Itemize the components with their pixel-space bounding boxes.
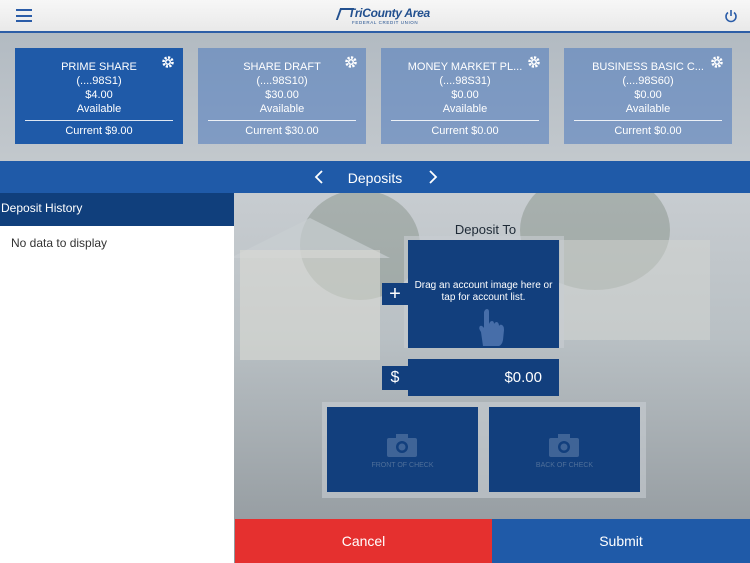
account-card[interactable]: SHARE DRAFT (....98S10) $30.00 Available… [198,48,366,144]
section-title: Deposits [347,170,403,186]
gear-icon[interactable] [527,55,541,69]
empty-state-text: No data to display [11,236,108,250]
account-name: SHARE DRAFT [243,61,321,73]
power-icon[interactable] [724,9,738,23]
chevron-right-icon[interactable] [424,169,440,185]
logo-text: TriCounty Area [348,6,430,20]
amount-value: $0.00 [504,369,542,386]
drop-hint-text: Drag an account image here or tap for ac… [414,280,553,303]
front-of-check-label: FRONT OF CHECK [371,462,434,469]
background-house [240,250,380,360]
camera-icon [387,434,417,457]
account-cards: PRIME SHARE (....98S1) $4.00 Available C… [0,33,750,161]
logo-subtext: FEDERAL CREDIT UNION [352,20,419,25]
deposit-to-label: Deposit To [454,222,517,237]
card-divider [574,120,722,121]
account-number: (....98S60) [622,75,674,87]
back-of-check-button[interactable]: BACK OF CHECK [489,407,640,492]
deposit-history-heading: Deposit History [0,193,234,226]
account-current: Current $0.00 [431,125,499,137]
account-number: (....98S10) [256,75,308,87]
account-drop-target[interactable]: Drag an account image here or tap for ac… [408,240,559,348]
top-bar: TriCounty Area FEDERAL CREDIT UNION [0,0,750,33]
section-nav-bar: Deposits [0,161,750,193]
account-balance: $0.00 [634,89,662,101]
account-name: PRIME SHARE [61,61,137,73]
hamburger-menu-icon[interactable] [16,9,32,22]
chevron-left-icon[interactable] [312,169,328,185]
card-divider [391,120,539,121]
account-number: (....98S31) [439,75,491,87]
account-balance: $30.00 [265,89,299,101]
account-card[interactable]: BUSINESS BASIC C... (....98S60) $0.00 Av… [564,48,732,144]
tap-hand-icon [479,309,504,346]
back-of-check-label: BACK OF CHECK [535,462,594,469]
submit-button[interactable]: Submit [492,519,750,563]
dollar-icon: $ [382,366,408,390]
account-balance: $4.00 [85,89,113,101]
background-building [560,240,710,340]
card-divider [25,120,173,121]
deposit-history-panel: Deposit History No data to display [0,193,234,563]
account-name: MONEY MARKET PL... [407,61,523,73]
amount-input[interactable]: $0.00 [408,359,559,396]
account-status: Available [442,103,488,115]
account-current: Current $0.00 [614,125,682,137]
gear-icon[interactable] [710,55,724,69]
account-balance: $0.00 [451,89,479,101]
account-status: Available [259,103,305,115]
credit-union-logo: TriCounty Area FEDERAL CREDIT UNION [335,6,430,28]
account-status: Available [625,103,671,115]
account-status: Available [76,103,122,115]
account-current: Current $30.00 [245,125,319,137]
camera-icon [549,434,579,457]
account-current: Current $9.00 [65,125,133,137]
card-divider [208,120,356,121]
account-name: BUSINESS BASIC C... [592,61,704,73]
account-card[interactable]: MONEY MARKET PL... (....98S31) $0.00 Ava… [381,48,549,144]
gear-icon[interactable] [344,55,358,69]
account-number: (....98S1) [76,75,122,87]
gear-icon[interactable] [161,55,175,69]
account-card[interactable]: PRIME SHARE (....98S1) $4.00 Available C… [15,48,183,144]
cancel-button[interactable]: Cancel [235,519,492,563]
front-of-check-button[interactable]: FRONT OF CHECK [327,407,478,492]
add-account-button[interactable]: + [382,283,408,305]
